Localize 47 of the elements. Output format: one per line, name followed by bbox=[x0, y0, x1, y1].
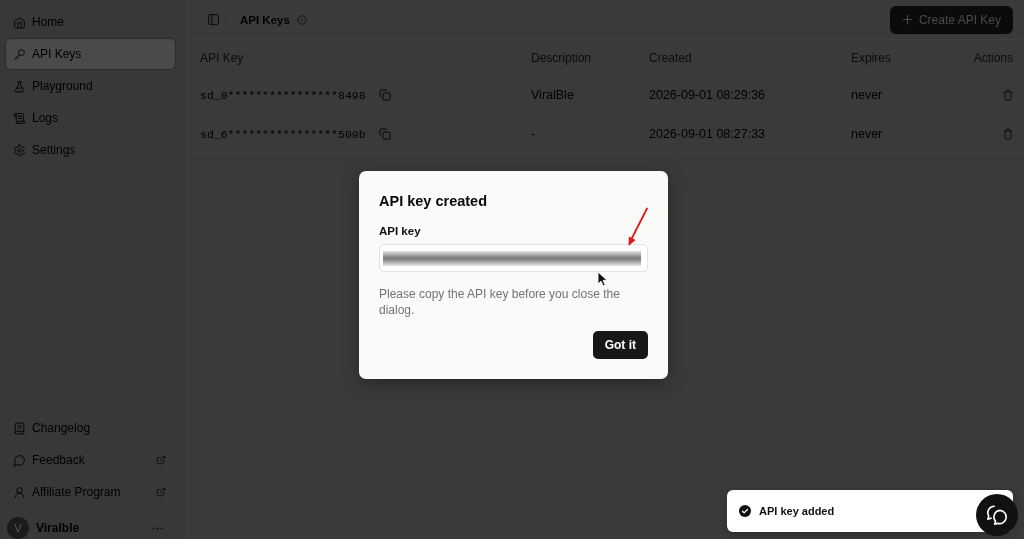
dialog-message: Please copy the API key before you close the dialog. bbox=[379, 286, 621, 318]
scroll-icon bbox=[13, 111, 26, 125]
sidebar-item[interactable]: API Keys bbox=[5, 38, 176, 70]
got-it-button[interactable]: Got it bbox=[592, 331, 648, 359]
user-name: Viralble bbox=[36, 521, 80, 535]
sidebar-item[interactable]: Home bbox=[5, 6, 176, 38]
table-cell-text: - bbox=[531, 127, 537, 141]
copy-button[interactable] bbox=[378, 89, 391, 101]
user-icon bbox=[13, 485, 26, 499]
table-cell-text: 2026-09-01 08:27:33 bbox=[649, 127, 767, 141]
book-icon bbox=[13, 421, 26, 435]
home-icon bbox=[13, 15, 26, 29]
sidebar-link[interactable]: Feedback bbox=[5, 444, 176, 476]
field-label: API key bbox=[379, 224, 422, 239]
sidebar-toggle-icon[interactable] bbox=[207, 13, 220, 26]
trash-icon bbox=[1003, 128, 1013, 140]
sidebar-link[interactable]: Changelog bbox=[5, 412, 176, 444]
flask-icon bbox=[13, 79, 26, 93]
dialog-title: API key created bbox=[379, 192, 488, 211]
info-icon[interactable] bbox=[296, 14, 307, 25]
table-cell-text: ViralBle bbox=[531, 88, 575, 102]
check-circle-icon bbox=[739, 505, 751, 517]
settings-icon bbox=[13, 143, 26, 157]
plus-icon bbox=[901, 14, 913, 25]
delete-button[interactable] bbox=[1003, 89, 1013, 101]
sidebar-item[interactable]: Playground bbox=[5, 70, 176, 102]
copy-button[interactable] bbox=[378, 128, 391, 140]
table-cell-text: never bbox=[851, 88, 884, 102]
toast-message: API key added bbox=[759, 505, 835, 517]
sidebar-link[interactable]: Affiliate Program bbox=[5, 476, 176, 508]
table-cell-text: never bbox=[851, 127, 884, 141]
message-bubble-icon bbox=[13, 453, 26, 467]
sidebar-item[interactable]: Settings bbox=[5, 134, 176, 166]
api-key-text: sd_6****************509b bbox=[200, 127, 366, 141]
trash-icon bbox=[1003, 89, 1013, 101]
table-cell-text: 2026-09-01 08:29:36 bbox=[649, 88, 767, 102]
copy-icon bbox=[378, 128, 391, 140]
key-icon bbox=[13, 47, 26, 61]
sidebar-item[interactable]: Logs bbox=[5, 102, 176, 134]
api-key-text: sd_0****************8498 bbox=[200, 88, 366, 102]
chat-bubbles-icon bbox=[986, 504, 1008, 526]
page-title: API Keys bbox=[240, 13, 290, 26]
api-key-field[interactable] bbox=[379, 244, 648, 272]
mouse-pointer-icon bbox=[597, 271, 608, 287]
delete-button[interactable] bbox=[1003, 128, 1013, 140]
copy-icon bbox=[378, 89, 391, 101]
create-api-key-button[interactable]: Create API Key bbox=[889, 5, 1013, 34]
